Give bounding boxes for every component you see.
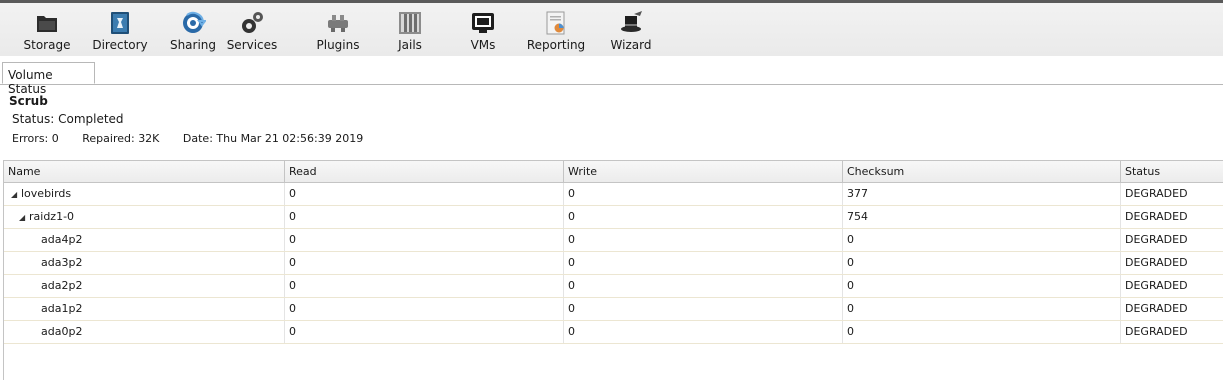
row-name: lovebirds <box>21 187 72 200</box>
toolbar-directory-label: Directory <box>92 38 148 52</box>
toolbar-directory-button[interactable]: Directory <box>80 7 160 55</box>
toolbar-services-button[interactable]: Services <box>212 7 292 55</box>
monitor-icon <box>470 10 496 36</box>
row-name: ada4p2 <box>4 229 285 251</box>
row-status: DEGRADED <box>1125 187 1188 200</box>
column-header-status[interactable]: Status <box>1121 161 1223 182</box>
row-read: 0 <box>285 321 564 343</box>
row-name-cell: ◢ lovebirds <box>4 183 285 205</box>
toolbar-vms-label: VMs <box>470 38 496 52</box>
scrub-repaired-label: Repaired: <box>82 132 135 145</box>
toolbar-vms-button[interactable]: VMs <box>443 7 523 55</box>
table-row[interactable]: ◢ lovebirds 0 0 377 DEGRADED <box>4 183 1223 206</box>
column-header-read[interactable]: Read <box>285 161 564 182</box>
row-write: 0 <box>564 298 843 320</box>
scrub-repaired-value: 32K <box>138 132 160 145</box>
table-row[interactable]: ada2p2 0 0 0 DEGRADED <box>4 275 1223 298</box>
table-row[interactable]: ada3p2 0 0 0 DEGRADED <box>4 252 1223 275</box>
gears-icon <box>239 10 265 36</box>
row-checksum: 0 <box>843 298 1121 320</box>
row-name-cell: ◢ raidz1-0 <box>4 206 285 228</box>
wizard-hat-icon <box>618 10 644 36</box>
row-read: 0 <box>285 252 564 274</box>
report-chart-icon <box>543 10 569 36</box>
row-write: 0 <box>564 321 843 343</box>
toolbar-wizard-label: Wizard <box>610 38 652 52</box>
table-row[interactable]: ada0p2 0 0 0 DEGRADED <box>4 321 1223 344</box>
row-status: DEGRADED <box>1125 233 1188 246</box>
expand-toggle-icon[interactable]: ◢ <box>19 207 29 229</box>
row-read: 0 <box>285 229 564 251</box>
directory-icon <box>107 10 133 36</box>
scrub-date-label: Date: <box>182 132 213 145</box>
row-write: 0 <box>564 229 843 251</box>
row-checksum: 0 <box>843 252 1121 274</box>
main-toolbar: Storage Directory Sharing Services Plugi… <box>0 3 1223 56</box>
row-name: ada3p2 <box>4 252 285 274</box>
jail-bars-icon <box>397 10 423 36</box>
toolbar-reporting-label: Reporting <box>526 38 586 52</box>
scrub-heading: Scrub <box>9 94 48 108</box>
row-read: 0 <box>285 298 564 320</box>
toolbar-reporting-button[interactable]: Reporting <box>516 7 596 55</box>
table-row[interactable]: ada1p2 0 0 0 DEGRADED <box>4 298 1223 321</box>
expand-toggle-icon[interactable]: ◢ <box>11 184 21 206</box>
tab-volume-status-label: Volume Status <box>8 68 53 96</box>
plugins-icon <box>325 10 351 36</box>
row-status: DEGRADED <box>1125 325 1188 338</box>
row-status: DEGRADED <box>1125 210 1188 223</box>
row-write: 0 <box>564 275 843 297</box>
scrub-repaired: Repaired: 32K <box>82 132 159 145</box>
toolbar-storage-button[interactable]: Storage <box>7 7 87 55</box>
row-read: 0 <box>285 275 564 297</box>
toolbar-jails-button[interactable]: Jails <box>370 7 450 55</box>
scrub-date-value: Thu Mar 21 02:56:39 2019 <box>216 132 364 145</box>
toolbar-jails-label: Jails <box>398 38 422 52</box>
row-checksum: 377 <box>843 183 1121 205</box>
sharing-icon <box>180 10 206 36</box>
row-checksum: 754 <box>843 206 1121 228</box>
row-status: DEGRADED <box>1125 256 1188 269</box>
column-header-name[interactable]: Name <box>4 161 285 182</box>
row-name: ada1p2 <box>4 298 285 320</box>
row-write: 0 <box>564 206 843 228</box>
row-status: DEGRADED <box>1125 279 1188 292</box>
row-read: 0 <box>285 183 564 205</box>
row-write: 0 <box>564 183 843 205</box>
scrub-errors-value: 0 <box>51 132 59 145</box>
row-name: ada2p2 <box>4 275 285 297</box>
toolbar-plugins-label: Plugins <box>316 38 360 52</box>
row-checksum: 0 <box>843 321 1121 343</box>
scrub-meta-line: Errors: 0 Repaired: 32K Date: Thu Mar 21 02… <box>12 132 383 145</box>
tab-volume-status[interactable]: Volume Status <box>2 62 95 96</box>
row-read: 0 <box>285 206 564 228</box>
scrub-status-text: Status: Completed <box>12 112 124 126</box>
row-checksum: 0 <box>843 275 1121 297</box>
row-name: ada0p2 <box>4 321 285 343</box>
table-row[interactable]: ada4p2 0 0 0 DEGRADED <box>4 229 1223 252</box>
row-name: raidz1-0 <box>29 210 75 223</box>
toolbar-plugins-button[interactable]: Plugins <box>298 7 378 55</box>
table-row[interactable]: ◢ raidz1-0 0 0 754 DEGRADED <box>4 206 1223 229</box>
toolbar-storage-label: Storage <box>23 38 71 52</box>
row-checksum: 0 <box>843 229 1121 251</box>
row-write: 0 <box>564 252 843 274</box>
storage-icon <box>34 10 60 36</box>
toolbar-wizard-button[interactable]: Wizard <box>591 7 671 55</box>
tab-strip-divider <box>0 84 1223 85</box>
row-status: DEGRADED <box>1125 302 1188 315</box>
tab-strip <box>0 56 1223 85</box>
column-header-checksum[interactable]: Checksum <box>843 161 1121 182</box>
scrub-date: Date: Thu Mar 21 02:56:39 2019 <box>183 132 363 145</box>
scrub-errors: Errors: 0 <box>12 132 59 145</box>
volume-status-grid: Name Read Write Checksum Status ◢ lovebir… <box>3 160 1223 380</box>
column-header-write[interactable]: Write <box>564 161 843 182</box>
toolbar-services-label: Services <box>226 38 278 52</box>
scrub-errors-label: Errors: <box>12 132 49 145</box>
grid-header: Name Read Write Checksum Status <box>4 161 1223 183</box>
